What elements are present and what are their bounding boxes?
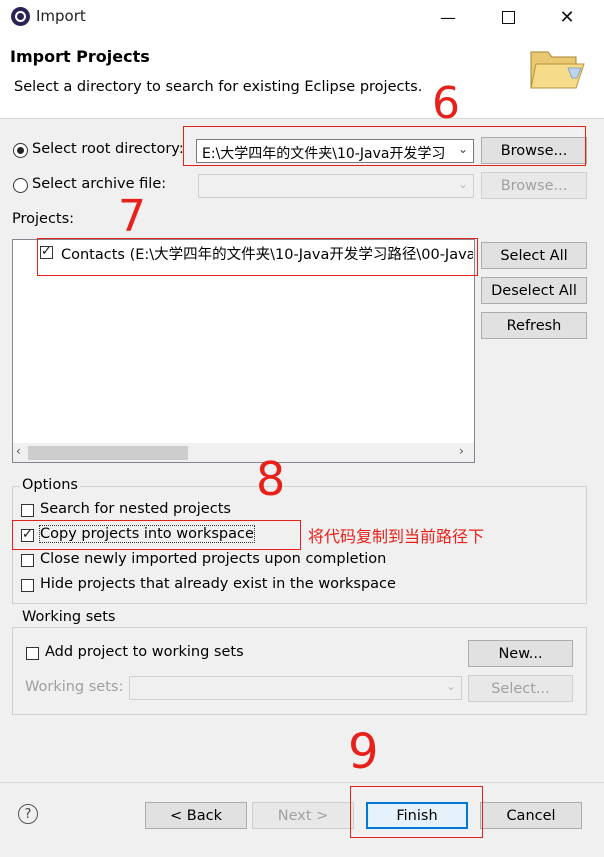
hide-projects-checkbox[interactable] — [21, 579, 34, 592]
select-working-sets-button: Select... — [468, 675, 573, 702]
annotation-box-finish — [350, 786, 483, 838]
new-working-set-button[interactable]: New... — [468, 640, 573, 667]
annotation-step-eight: 8 — [256, 452, 286, 506]
projects-label: Projects: — [12, 211, 75, 227]
close-projects-checkbox[interactable] — [21, 554, 34, 567]
maximize-icon[interactable] — [488, 4, 528, 30]
hide-projects-label[interactable]: Hide projects that already exist in the … — [40, 576, 396, 592]
help-icon[interactable]: ? — [18, 804, 38, 824]
chevron-down-icon: ⌄ — [457, 177, 468, 191]
annotation-step-six: 6 — [432, 78, 460, 129]
add-working-set-checkbox[interactable] — [26, 647, 39, 660]
archive-file-combo: ⌄ — [198, 174, 474, 198]
annotation-step-seven: 7 — [118, 191, 146, 242]
annotation-box-root — [183, 126, 586, 166]
chevron-down-icon: ⌄ — [445, 679, 456, 693]
footer-divider — [0, 782, 604, 783]
annotation-copy-note: 将代码复制到当前路径下 — [308, 527, 485, 546]
scroll-right-icon[interactable]: › — [459, 444, 464, 458]
next-button: Next > — [252, 802, 354, 829]
back-button[interactable]: < Back — [145, 802, 247, 829]
working-sets-title: Working sets — [20, 609, 118, 625]
deselect-all-button[interactable]: Deselect All — [481, 277, 587, 304]
minimize-icon[interactable]: — — [428, 4, 468, 30]
eclipse-icon — [11, 7, 30, 26]
options-title: Options — [20, 477, 80, 493]
page-title: Import Projects — [10, 47, 150, 66]
cancel-button[interactable]: Cancel — [480, 802, 582, 829]
folder-icon — [530, 51, 585, 89]
archive-file-label: Select archive file: — [32, 176, 167, 192]
annotation-box-project — [37, 238, 478, 276]
archive-file-radio[interactable] — [13, 178, 28, 193]
nested-projects-checkbox[interactable] — [21, 504, 34, 517]
scrollbar-thumb[interactable] — [28, 446, 188, 460]
close-icon[interactable]: ✕ — [547, 4, 587, 30]
refresh-button[interactable]: Refresh — [481, 312, 587, 339]
page-description: Select a directory to search for existin… — [14, 79, 423, 95]
window-title: Import — [36, 7, 86, 25]
browse-archive-button: Browse... — [481, 172, 587, 199]
nested-projects-label[interactable]: Search for nested projects — [40, 501, 231, 517]
working-sets-combo: ⌄ — [129, 676, 462, 700]
scroll-left-icon[interactable]: ‹ — [16, 444, 21, 458]
working-sets-label: Working sets: — [25, 679, 124, 695]
add-working-set-label[interactable]: Add project to working sets — [45, 644, 244, 660]
annotation-box-copy — [12, 520, 301, 550]
root-directory-radio[interactable] — [13, 143, 28, 158]
annotation-step-nine: 9 — [348, 724, 379, 780]
root-directory-label: Select root directory: — [32, 141, 184, 157]
select-all-button[interactable]: Select All — [481, 242, 587, 269]
close-projects-label[interactable]: Close newly imported projects upon compl… — [40, 551, 386, 567]
